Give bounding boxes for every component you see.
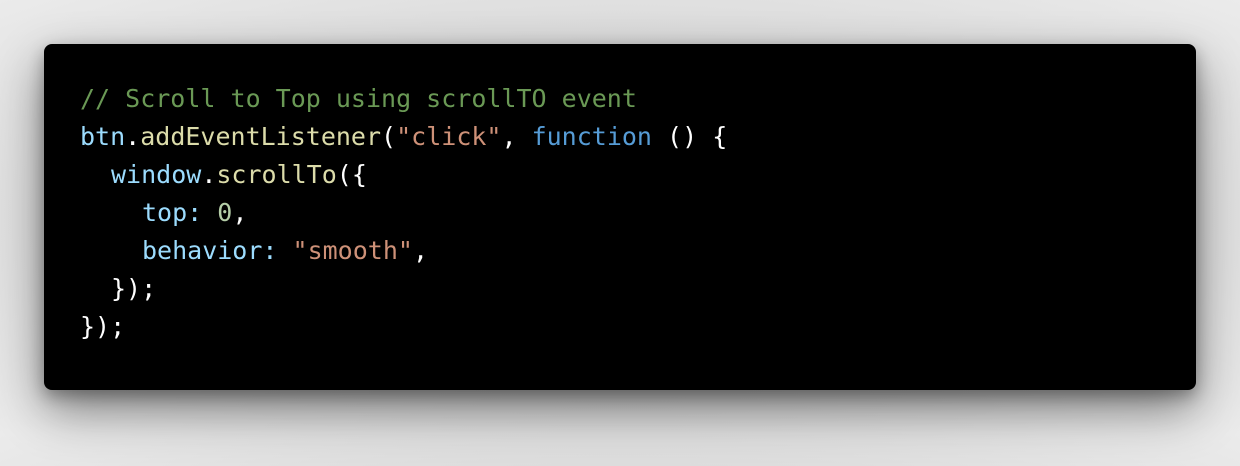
code-method-addEventListener: addEventListener (140, 122, 382, 151)
code-punctuation: , (232, 198, 248, 227)
code-identifier-btn: btn (80, 122, 126, 151)
code-punctuation: : (262, 236, 293, 265)
code-property-top: top (142, 198, 188, 227)
code-line-4: top: 0, (142, 194, 247, 232)
code-closing-brace: }); (111, 274, 157, 303)
code-method-scrollTo: scrollTo (216, 160, 337, 189)
code-line-7: }); (80, 308, 125, 346)
code-line-1: // Scroll to Top using scrollTO event (80, 80, 637, 118)
code-number-value: 0 (217, 198, 233, 227)
code-punctuation: ({ (336, 160, 367, 189)
code-line-6: }); (111, 270, 156, 308)
code-property-behavior: behavior (142, 236, 263, 265)
code-punctuation: . (125, 122, 141, 151)
code-identifier-window: window (111, 160, 202, 189)
code-string-smooth: "smooth" (292, 236, 413, 265)
code-line-5: behavior: "smooth", (142, 232, 428, 270)
code-punctuation: ( (381, 122, 397, 151)
code-comment: // Scroll to Top using scrollTO event (80, 84, 637, 113)
code-punctuation: : (187, 198, 218, 227)
code-punctuation: () { (652, 122, 728, 151)
code-punctuation: , (501, 122, 532, 151)
code-line-3: window.scrollTo({ (111, 156, 367, 194)
code-block: // Scroll to Top using scrollTO event bt… (44, 44, 1196, 390)
code-punctuation: , (412, 236, 429, 265)
code-keyword-function: function (531, 122, 652, 151)
code-punctuation: . (201, 160, 217, 189)
code-line-2: btn.addEventListener("click", function (… (80, 118, 727, 156)
code-string-click: "click" (396, 122, 502, 151)
code-content: // Scroll to Top using scrollTO event bt… (80, 84, 1196, 466)
code-closing-brace: }); (80, 312, 126, 341)
